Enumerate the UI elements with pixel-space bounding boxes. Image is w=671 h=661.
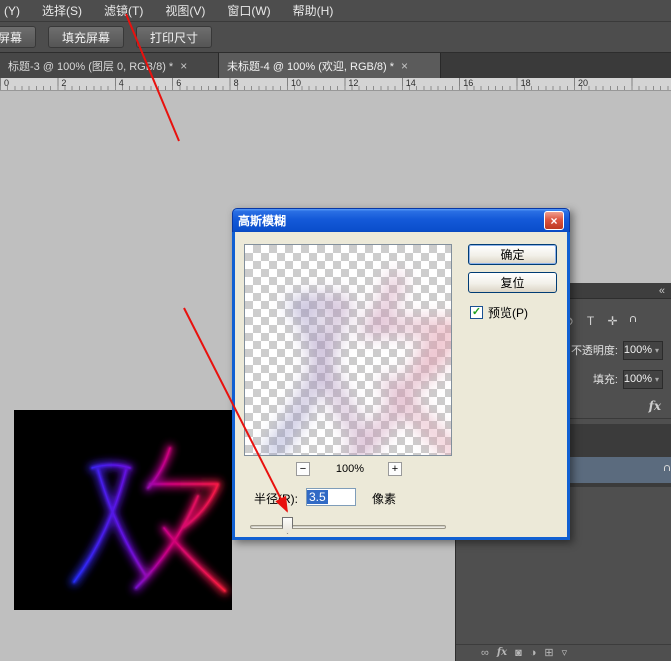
options-bar: 屏幕 填充屏幕 打印尺寸	[0, 22, 671, 53]
dialog-body: − 100% + 半径(R): 3.5 像素 确定 复位 ✓ 预览(P)	[232, 232, 570, 540]
radius-slider	[244, 516, 452, 536]
ruler-number: 4	[118, 78, 124, 88]
ruler-number: 20	[578, 78, 589, 88]
menubar-items: (Y) 选择(S) 滤镜(T) 视图(V) 窗口(W) 帮助(H)	[0, 0, 344, 22]
lock-position-icon[interactable]: ✛	[606, 314, 619, 328]
ruler-number: 8	[233, 78, 239, 88]
menu-item-help[interactable]: 帮助(H)	[282, 0, 345, 22]
delete-layer-icon[interactable]: ▿	[562, 647, 568, 659]
ruler-number: 6	[176, 78, 182, 88]
radius-label: 半径(R):	[254, 492, 298, 506]
chevron-down-icon: ▾	[654, 374, 659, 384]
menubar: (Y) 选择(S) 滤镜(T) 视图(V) 窗口(W) 帮助(H)	[0, 0, 671, 22]
tab-untitled-3[interactable]: 标题-3 @ 100% (图层 0, RGB/8) * ×	[0, 53, 219, 78]
document-tabbar: 标题-3 @ 100% (图层 0, RGB/8) * × 未标题-4 @ 10…	[0, 53, 671, 78]
menu-item-window[interactable]: 窗口(W)	[216, 0, 281, 22]
slider-thumb[interactable]	[282, 517, 293, 534]
tab-close-icon[interactable]: ×	[401, 59, 408, 73]
blur-preview-artwork	[245, 245, 451, 455]
layers-panel-bottom-bar: ∞ fx ◙ ◑ ⊞ ▿	[456, 644, 671, 661]
blur-preview[interactable]	[244, 244, 452, 456]
preview-checkbox[interactable]: ✓	[470, 306, 483, 319]
zoom-level: 100%	[335, 463, 365, 475]
layer-mask-icon[interactable]: ◙	[515, 647, 522, 659]
fill-screen-button[interactable]: 填充屏幕	[48, 26, 125, 48]
lock-glyphs-container: ⊘T✛	[562, 314, 619, 328]
ruler-number: 2	[61, 78, 67, 88]
neon-artwork	[14, 410, 232, 610]
options-buttons: 屏幕 填充屏幕 打印尺寸	[0, 26, 213, 48]
tab-label: 标题-3 @ 100% (图层 0, RGB/8) *	[8, 60, 174, 73]
close-icon[interactable]: ×	[544, 211, 564, 230]
radius-input[interactable]: 3.5	[306, 488, 356, 506]
menu-item-select[interactable]: 选择(S)	[31, 0, 93, 22]
opacity-dropdown[interactable]: 100% ▾	[623, 340, 663, 360]
layer-style-icon[interactable]: fx	[497, 648, 507, 658]
tab-label: 未标题-4 @ 100% (欢迎, RGB/8) *	[227, 60, 395, 73]
ruler-number: 14	[405, 78, 416, 88]
radius-value: 3.5	[307, 490, 328, 504]
layer-effects-row[interactable]: fx	[562, 396, 671, 419]
layer-fx-icon[interactable]: fx	[649, 399, 661, 413]
document-image[interactable]	[14, 410, 232, 610]
dialog-titlebar[interactable]: 高斯模糊 ×	[232, 208, 570, 232]
ok-button[interactable]: 确定	[468, 244, 557, 265]
menu-item-view[interactable]: 视图(V)	[154, 0, 216, 22]
tab-untitled-4[interactable]: 未标题-4 @ 100% (欢迎, RGB/8) * ×	[219, 53, 441, 78]
zoom-in-button[interactable]: +	[388, 462, 402, 476]
lock-pixels-icon[interactable]: T	[584, 314, 597, 328]
reset-button[interactable]: 复位	[468, 272, 557, 293]
radius-row: 半径(R): 3.5 像素	[244, 488, 452, 508]
radius-unit-label: 像素	[372, 492, 397, 506]
zoom-out-button[interactable]: −	[296, 462, 310, 476]
ruler-number: 18	[520, 78, 531, 88]
menu-item-filter[interactable]: 滤镜(T)	[93, 0, 154, 22]
fill-label: 填充:	[592, 374, 618, 386]
opacity-label: 不透明度:	[570, 345, 618, 357]
adjustment-layer-icon[interactable]: ◑	[530, 647, 537, 659]
gaussian-blur-dialog: 高斯模糊 × − 100% + 半径(R): 3.5 像素 确定 复位 ✓ 预览…	[232, 208, 570, 540]
ruler-number: 10	[291, 78, 302, 88]
new-layer-icon[interactable]: ⊞	[544, 647, 553, 659]
ruler-number: 0	[4, 78, 10, 88]
ruler: 0 2 4 6 8 10 12 14 16 18 20	[0, 78, 671, 91]
preview-checkbox-label: 预览(P)	[488, 306, 528, 320]
ruler-number: 16	[463, 78, 474, 88]
menu-item-clipped[interactable]: (Y)	[0, 0, 31, 22]
layers-list	[562, 424, 671, 487]
zoom-controls: − 100% +	[244, 462, 452, 478]
fit-screen-button[interactable]: 屏幕	[0, 26, 37, 48]
selected-layer-row[interactable]	[562, 457, 671, 483]
print-size-button[interactable]: 打印尺寸	[136, 26, 213, 48]
chevron-down-icon: ▾	[654, 345, 659, 355]
ruler-number: 12	[348, 78, 359, 88]
fill-dropdown[interactable]: 100% ▾	[623, 369, 663, 389]
checkmark-icon: ✓	[471, 306, 482, 318]
dialog-title: 高斯模糊	[238, 214, 287, 228]
layer-lock-buttons: ⊘T✛	[562, 312, 628, 330]
slider-track[interactable]	[250, 525, 446, 529]
preview-checkbox-row: ✓ 预览(P)	[470, 304, 528, 321]
collapse-panel-icon[interactable]: «	[659, 285, 665, 297]
link-layers-icon[interactable]: ∞	[481, 647, 489, 659]
tab-close-icon[interactable]: ×	[180, 59, 187, 73]
